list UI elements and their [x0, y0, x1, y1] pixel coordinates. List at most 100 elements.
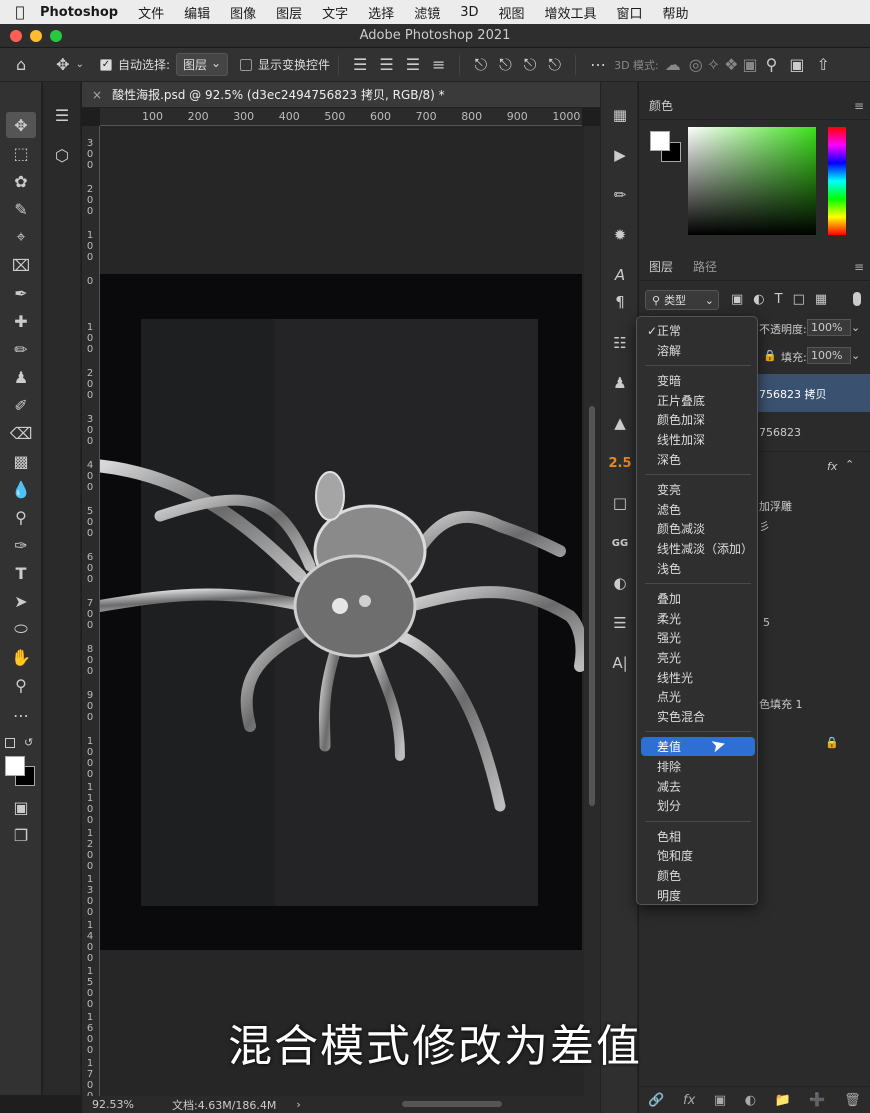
auto-select-dropdown[interactable]: 图层 ⌄ [176, 53, 228, 76]
blend-mode-option[interactable]: 颜色加深 [641, 410, 755, 429]
properties-icon[interactable]: ☰ [47, 102, 77, 128]
properties-sliders-icon[interactable]: ☰ [605, 610, 635, 636]
blend-mode-option[interactable]: 色相 [641, 827, 755, 846]
3d-orbit-icon[interactable]: ☁ [665, 55, 681, 74]
foreground-color-swatch[interactable] [650, 131, 670, 151]
quick-mask-icon[interactable]: ▣ [6, 794, 36, 820]
type-filter-icon[interactable]: T [775, 292, 783, 307]
blur-tool-icon[interactable]: 💧 [6, 476, 36, 502]
eraser-tool-icon[interactable]: ⌫ [6, 420, 36, 446]
align-right-icon[interactable]: ☰ [406, 55, 420, 74]
status-menu-arrow[interactable]: › [296, 1098, 300, 1111]
swap-colors-icon[interactable]: ↺ [24, 736, 33, 749]
new-layer-icon[interactable]: ➕ [809, 1093, 825, 1108]
blend-mode-option[interactable]: 浅色 [641, 559, 755, 578]
blend-mode-option[interactable]: 实色混合 [641, 707, 755, 726]
brush-tool-icon[interactable]: ✏ [6, 336, 36, 362]
history-brush-tool-icon[interactable]: ✐ [6, 392, 36, 418]
blend-mode-option[interactable]: ✓ 正常 [641, 321, 755, 340]
add-mask-icon[interactable]: ▣ [714, 1093, 726, 1108]
search-icon[interactable]: ⚲ [766, 55, 778, 74]
blend-mode-option[interactable]: 颜色 [641, 866, 755, 885]
adjustment-filter-icon[interactable]: ◐ [753, 292, 764, 307]
3d-pan-icon[interactable]: ✧ [707, 55, 720, 74]
blend-mode-option[interactable]: 点光 [641, 687, 755, 706]
shape-filter-icon[interactable]: □ [793, 292, 805, 307]
zoom-window-button[interactable] [50, 30, 62, 42]
tab-layers[interactable]: 图层 [639, 258, 683, 275]
align-center-icon[interactable]: ☰ [379, 55, 393, 74]
chevron-down-icon[interactable]: ⌄ [851, 321, 860, 334]
blend-mode-option[interactable]: 线性减淡（添加） [641, 539, 755, 558]
libraries-icon[interactable]: ▦ [605, 102, 635, 128]
fill-input[interactable]: 100% [807, 347, 852, 364]
lock-icon[interactable]: 🔒 [763, 349, 777, 362]
fx-icon[interactable]: fx [683, 1093, 695, 1108]
blend-mode-option[interactable]: 明度 [641, 886, 755, 905]
menu-view[interactable]: 视图 [498, 3, 524, 22]
move-tool-icon[interactable]: ✥ [6, 112, 36, 138]
blend-mode-option[interactable]: 变亮 [641, 480, 755, 499]
crop-tool-icon[interactable]: ⌖ [6, 224, 36, 250]
menu-type[interactable]: 文字 [322, 3, 348, 22]
show-transform-checkbox[interactable] [240, 58, 252, 71]
blend-mode-option[interactable]: 滤色 [641, 500, 755, 519]
color-field[interactable] [688, 127, 816, 235]
scrollbar-thumb[interactable] [589, 406, 595, 806]
panel-menu-icon[interactable]: ≡ [854, 260, 864, 274]
histogram-icon[interactable]: □ [605, 490, 635, 516]
blend-mode-option[interactable]: 线性光 [641, 668, 755, 687]
blend-mode-option[interactable]: 饱和度 [641, 846, 755, 865]
adjustment-layer-icon[interactable]: ◐ [745, 1093, 756, 1108]
horizontal-scrollbar-thumb[interactable] [402, 1101, 502, 1107]
actions-play-icon[interactable]: ▶ [605, 142, 635, 168]
blend-mode-option[interactable]: 排除 [641, 757, 755, 776]
3d-slide-icon[interactable]: ❖ [724, 55, 738, 74]
close-icon[interactable]: × [92, 88, 102, 102]
zoom-level[interactable]: 92.53% [92, 1098, 162, 1111]
blend-mode-option[interactable]: 正片叠底 [641, 391, 755, 410]
clone-source-icon[interactable]: ♟ [605, 370, 635, 396]
new-group-icon[interactable]: 📁 [775, 1093, 791, 1108]
gradient-tool-icon[interactable]: ▩ [6, 448, 36, 474]
blend-mode-option[interactable]: 强光 [641, 628, 755, 647]
character-icon[interactable]: A [605, 262, 635, 288]
menu-select[interactable]: 选择 [368, 3, 394, 22]
chevron-down-icon[interactable]: ⌄ [851, 349, 860, 362]
menu-file[interactable]: 文件 [138, 3, 164, 22]
eyedropper-tool-icon[interactable]: ✒ [6, 280, 36, 306]
foreground-color-swatch[interactable] [5, 756, 25, 776]
blend-mode-option[interactable]: 划分 [641, 796, 755, 815]
blend-mode-option[interactable]: 差值 [641, 737, 755, 757]
3d-roll-icon[interactable]: ◎ [689, 55, 703, 74]
marquee-tool-icon[interactable]: ⬚ [6, 140, 36, 166]
paragraph-icon[interactable]: ¶ [605, 289, 635, 315]
menu-image[interactable]: 图像 [230, 3, 256, 22]
healing-brush-tool-icon[interactable]: ✚ [6, 308, 36, 334]
character-styles-icon[interactable]: A| [605, 650, 635, 676]
auto-select-checkbox[interactable]: ✓ [99, 58, 112, 71]
ellipse-tool-icon[interactable]: ⬭ [6, 616, 36, 642]
hue-slider[interactable] [828, 127, 846, 235]
3d-scale-icon[interactable]: ▣ [742, 55, 757, 74]
menu-layer[interactable]: 图层 [276, 3, 302, 22]
smart-object-filter-icon[interactable]: ▦ [815, 292, 827, 307]
path-select-tool-icon[interactable]: ➤ [6, 588, 36, 614]
document-tab[interactable]: × 酸性海报.psd @ 92.5% (d3ec2494756823 拷贝, R… [82, 82, 600, 108]
tab-color[interactable]: 颜色 [639, 97, 683, 114]
minimize-window-button[interactable] [30, 30, 42, 42]
layer-filter-dropdown[interactable]: ⚲ 类型 ⌄ [645, 290, 719, 310]
blend-mode-option[interactable]: 线性加深 [641, 430, 755, 449]
home-icon[interactable]: ⌂ [16, 55, 26, 74]
menu-help[interactable]: 帮助 [663, 3, 689, 22]
more-icon[interactable]: ⋯ [590, 55, 606, 74]
filter-toggle[interactable] [853, 292, 861, 306]
trash-icon[interactable]: 🗑 [844, 1093, 861, 1108]
app-menu-photoshop[interactable]: Photoshop [40, 5, 118, 20]
panel-menu-icon[interactable]: ≡ [854, 99, 864, 113]
workspace-icon[interactable]: ▣ [789, 55, 804, 74]
align-left-icon[interactable]: ☰ [353, 55, 367, 74]
zoom-tool-icon[interactable]: ⚲ [6, 672, 36, 698]
align-middle-icon[interactable]: ⎋ [499, 55, 512, 75]
default-colors-icon[interactable] [5, 738, 15, 748]
